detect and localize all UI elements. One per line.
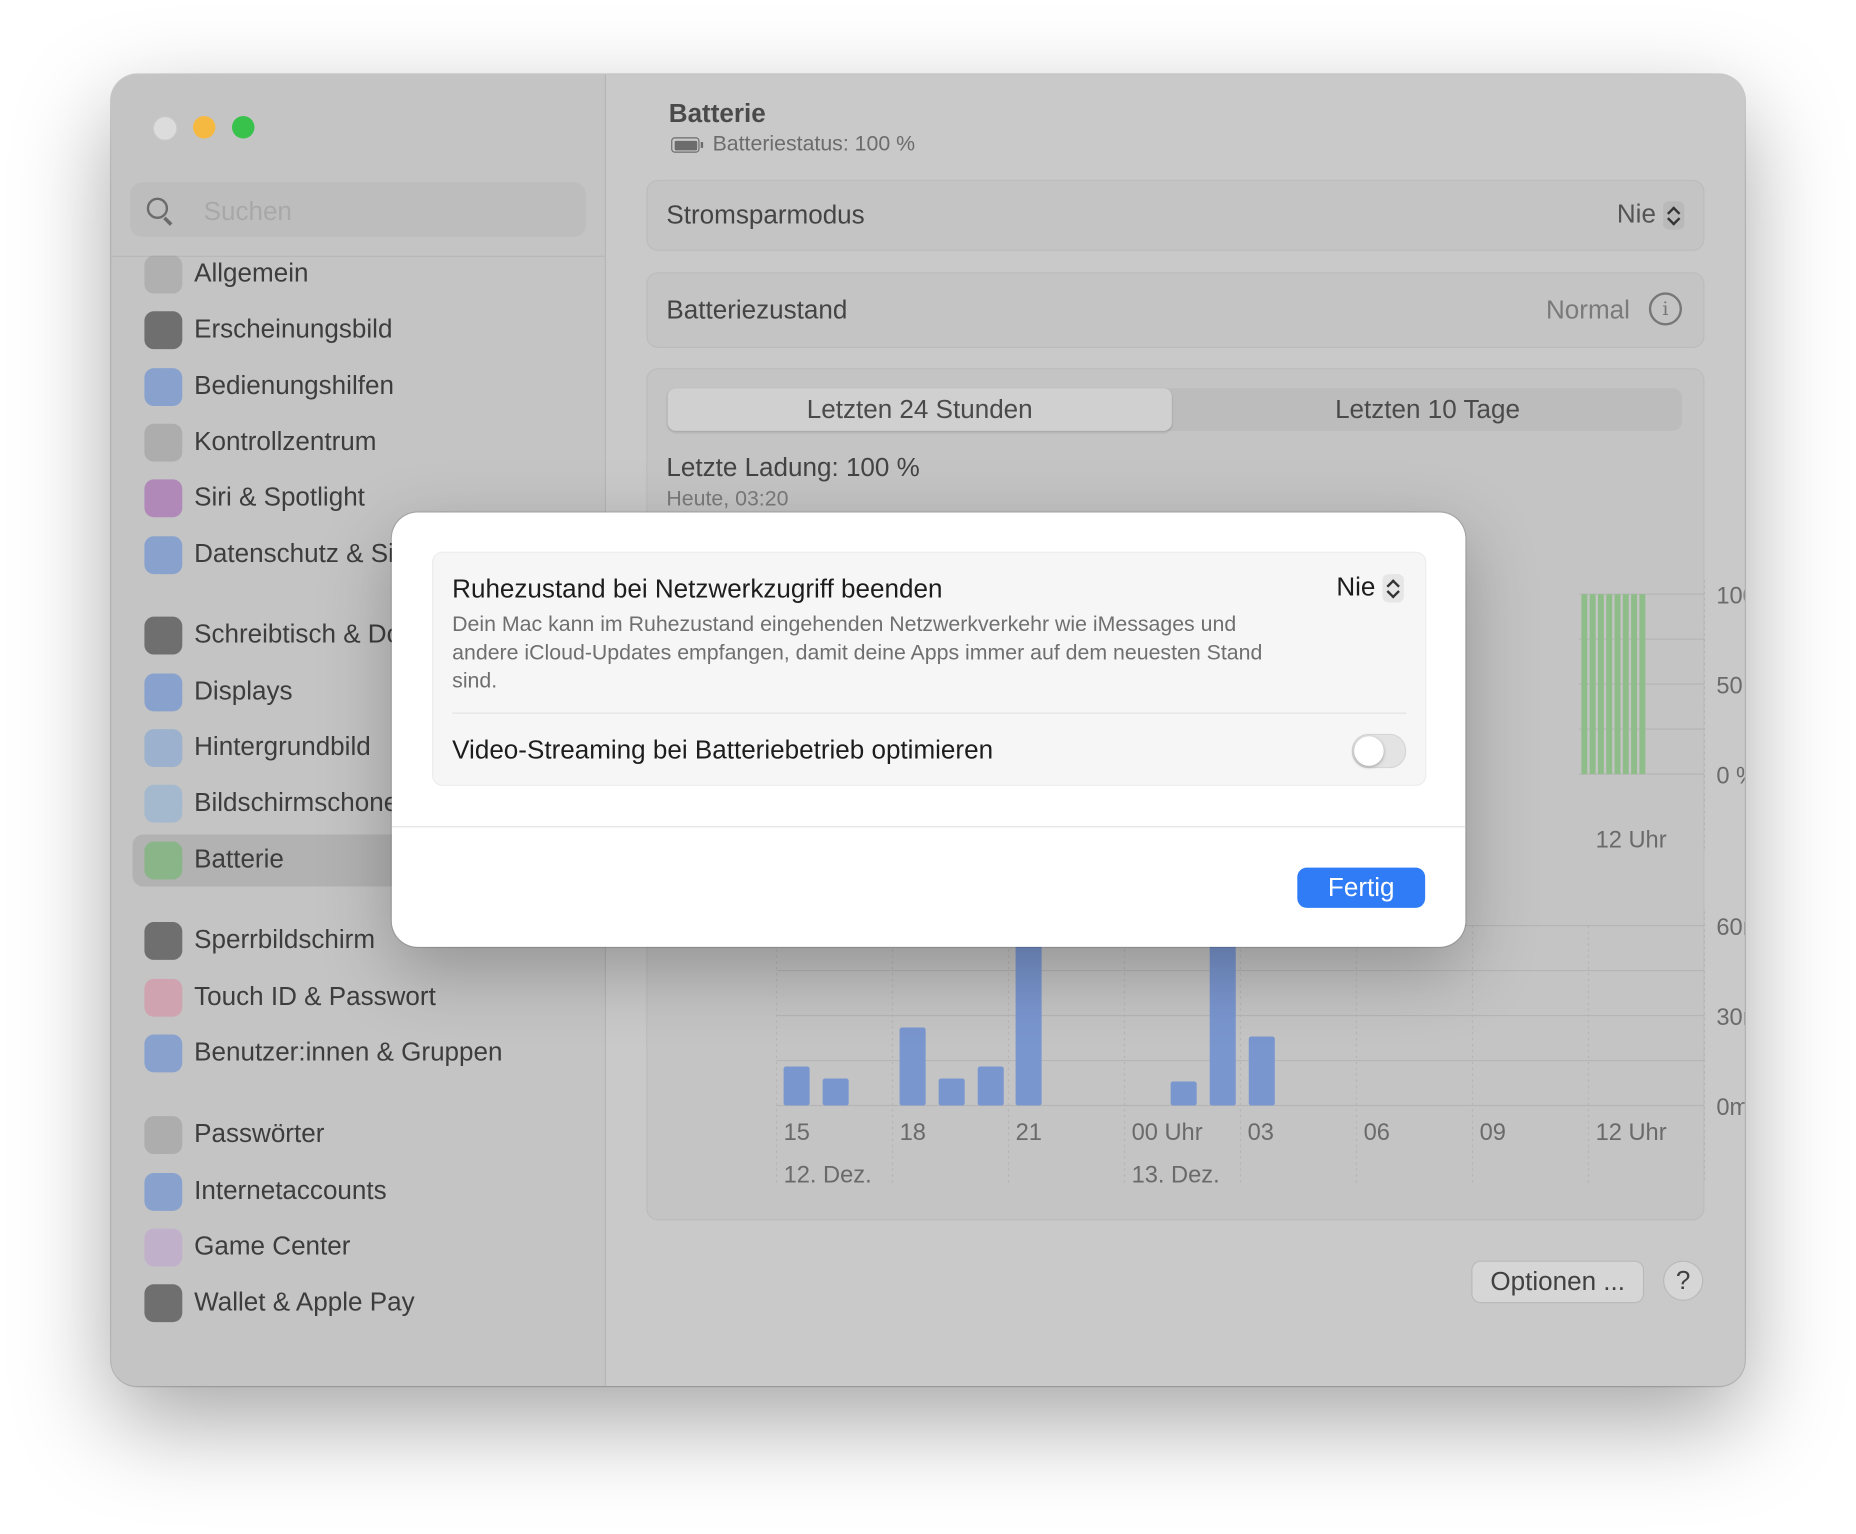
wake-network-title: Ruhezustand bei Netzwerkzugriff beenden (452, 574, 943, 604)
sidebar-item-label: Allgemein (194, 258, 309, 288)
sidebar-item-bedienungshilfen[interactable]: Bedienungshilfen (133, 361, 583, 413)
row-divider (452, 712, 1407, 714)
date-label: 13. Dez. (1132, 1162, 1220, 1188)
sidebar-item-internetaccounts[interactable]: Internetaccounts (133, 1166, 583, 1218)
battery-level-bar (1614, 594, 1621, 775)
sidebar-item-label: Wallet & Apple Pay (194, 1286, 415, 1317)
hand-icon (144, 536, 183, 575)
screen-time-bar (783, 1066, 810, 1106)
sidebar-item-label: Bedienungshilfen (194, 370, 394, 401)
sidebar-item-label: Game Center (194, 1230, 351, 1261)
dialog-footer-divider (391, 826, 1466, 828)
siri-icon (144, 479, 183, 518)
options-card: Ruhezustand bei Netzwerkzugriff beenden … (432, 551, 1427, 786)
screen-time-bar (899, 1027, 926, 1106)
zoom-button[interactable] (231, 115, 255, 139)
sidebar-item-wallet-apple-pay[interactable]: Wallet & Apple Pay (133, 1277, 583, 1329)
y-tick-label: 30min (1716, 1005, 1744, 1031)
sidebar-item-label: Benutzer:innen & Gruppen (194, 1036, 503, 1067)
sidebar-item-benutzer-innen-gruppen[interactable]: Benutzer:innen & Gruppen (133, 1027, 583, 1079)
toggle-knob (1354, 736, 1384, 766)
battery-level-bar (1622, 594, 1629, 775)
fingerprint-icon (144, 978, 183, 1017)
x-tick-label: 00 Uhr (1132, 1120, 1203, 1146)
sidebar-item-label: Siri & Spotlight (194, 481, 365, 512)
y-tick-label: 0 % (1716, 764, 1744, 790)
control-center-icon (144, 423, 183, 462)
x-tick-label: 12 Uhr (1596, 1120, 1667, 1146)
y-tick-label: 100 % (1716, 584, 1744, 610)
screen-time-bar (822, 1078, 849, 1106)
y-tick-label: 60min (1716, 915, 1744, 941)
wake-network-description: Dein Mac kann im Ruhezustand eingehenden… (452, 611, 1263, 693)
sidebar-item-erscheinungsbild[interactable]: Erscheinungsbild (133, 304, 583, 356)
appearance-icon (144, 311, 183, 350)
x-tick-label: 09 (1480, 1120, 1506, 1146)
sidebar-item-label: Passwörter (194, 1118, 325, 1149)
done-button[interactable]: Fertig (1297, 867, 1426, 908)
sidebar-item-label: Bildschirmschoner (194, 787, 407, 817)
users-icon (144, 1034, 183, 1073)
sidebar-item-label: Batterie (194, 843, 284, 874)
flower-icon (144, 729, 183, 767)
screen-time-bar (1248, 1036, 1275, 1106)
sidebar-item-allgemein[interactable]: Allgemein (133, 249, 583, 301)
x-tick-label: 06 (1364, 1120, 1390, 1146)
wake-network-select[interactable]: Nie (1336, 571, 1404, 603)
x-tick-label: 12 Uhr (1596, 827, 1667, 853)
options-dialog: Ruhezustand bei Netzwerkzugriff beenden … (391, 512, 1466, 947)
search-field[interactable]: Suchen (130, 182, 586, 237)
search-icon (146, 197, 169, 219)
close-button[interactable] (152, 115, 178, 141)
battery-level-bar (1631, 594, 1638, 775)
sidebar-item-touch-id-passwort[interactable]: Touch ID & Passwort (133, 972, 583, 1024)
screen-time-bar (977, 1066, 1004, 1106)
battery-level-bar (1597, 594, 1604, 775)
dock-icon (144, 616, 183, 655)
screen-time-bar (1170, 1081, 1197, 1106)
gear-icon (144, 255, 183, 294)
y-tick-label: 0min (1716, 1095, 1744, 1121)
x-tick-label: 03 (1248, 1120, 1274, 1146)
key-icon (144, 1116, 183, 1155)
battery-icon (144, 841, 183, 880)
sidebar-item-label: Displays (194, 675, 293, 706)
x-tick-label: 21 (1016, 1120, 1042, 1146)
game-center-icon (144, 1228, 183, 1267)
battery-level-bar (1606, 594, 1613, 775)
accessibility-icon (144, 368, 183, 406)
stepper-icon (1382, 574, 1404, 603)
video-streaming-label: Video-Streaming bei Batteriebetrieb opti… (452, 735, 994, 765)
battery-level-bar (1581, 594, 1588, 775)
sidebar-item-label: Sperrbildschirm (194, 924, 376, 955)
video-streaming-toggle[interactable] (1351, 733, 1407, 769)
sidebar-item-label: Internetaccounts (194, 1175, 387, 1205)
sidebar-item-label: Touch ID & Passwort (194, 981, 436, 1011)
minimize-button[interactable] (192, 115, 216, 139)
wake-network-value: Nie (1336, 571, 1376, 602)
sidebar-item-passwörter[interactable]: Passwörter (133, 1109, 583, 1161)
sidebar-item-label: Hintergrundbild (194, 731, 371, 762)
screen-time-bar (938, 1078, 965, 1106)
battery-level-bar (1589, 594, 1596, 775)
date-label: 12. Dez. (784, 1162, 872, 1188)
y-tick-label: 50 % (1716, 674, 1744, 700)
x-tick-label: 18 (900, 1120, 926, 1146)
wallet-icon (144, 1284, 183, 1323)
help-button[interactable]: ? (1663, 1260, 1704, 1301)
options-button[interactable]: Optionen ... (1471, 1260, 1645, 1304)
search-placeholder: Suchen (203, 196, 292, 227)
screensaver-icon (144, 784, 183, 823)
x-tick-label: 15 (784, 1120, 810, 1146)
battery-level-bar (1639, 594, 1646, 775)
sidebar-item-label: Kontrollzentrum (194, 426, 377, 456)
sun-icon (144, 673, 183, 712)
lock-icon (144, 922, 183, 960)
at-icon (144, 1172, 183, 1211)
sidebar-item-kontrollzentrum[interactable]: Kontrollzentrum (133, 417, 583, 469)
sidebar-item-label: Erscheinungsbild (194, 313, 393, 344)
sidebar-item-game-center[interactable]: Game Center (133, 1222, 583, 1274)
